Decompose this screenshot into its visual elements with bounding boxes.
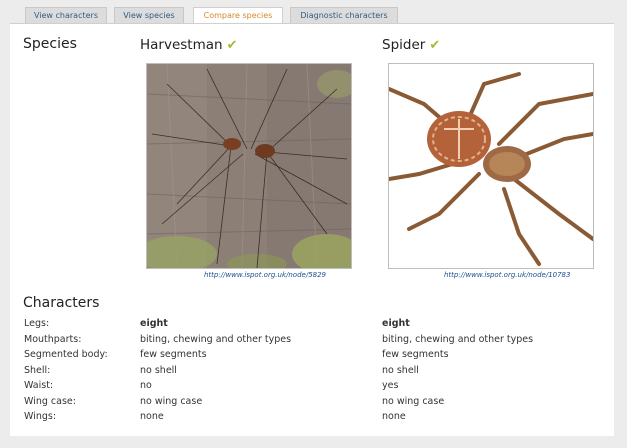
harvestman-value: no [140,380,152,391]
species-name-spider: Spider ✔ [382,37,440,53]
character-label: Shell: [24,365,51,376]
spider-value: no wing case [382,396,445,407]
character-label: Legs: [24,318,50,329]
species-heading: Species [23,36,77,52]
harvestman-value: few segments [140,349,207,360]
character-label: Waist: [24,380,54,391]
spider-photo [388,63,594,269]
tab-compare-species[interactable]: Compare species [193,7,283,24]
character-label: Wing case: [24,396,76,407]
harvestman-photo [146,63,352,269]
spider-image [389,64,593,268]
spider-value: none [382,411,406,422]
character-label: Wings: [24,411,57,422]
species-label: Harvestman [140,37,223,53]
harvestman-value: eight [140,318,168,329]
species-label: Spider [382,37,426,53]
spider-value: yes [382,380,399,391]
spider-value: few segments [382,349,449,360]
check-icon: ✔ [429,38,441,53]
check-icon: ✔ [226,38,238,53]
harvestman-value: no wing case [140,396,203,407]
tab-view-species[interactable]: View species [114,7,184,23]
tab-view-characters[interactable]: View characters [25,7,107,23]
characters-heading: Characters [23,295,100,311]
compare-panel: Species Harvestman ✔ Spider ✔ http://www… [10,23,614,436]
spider-value: no shell [382,365,419,376]
harvestman-value: biting, chewing and other types [140,334,292,345]
character-label: Segmented body: [24,349,108,360]
spider-value: eight [382,318,410,329]
harvestman-image [147,64,351,268]
harvestman-value: no shell [140,365,177,376]
source-link-spider[interactable]: http://www.ispot.org.uk/node/10783 [444,271,570,279]
species-name-harvestman: Harvestman ✔ [140,37,237,53]
spider-value: biting, chewing and other types [382,334,534,345]
tab-diagnostic-characters[interactable]: Diagnostic characters [290,7,398,23]
character-label: Mouthparts: [24,334,82,345]
source-link-harvestman[interactable]: http://www.ispot.org.uk/node/5829 [204,271,326,279]
harvestman-value: none [140,411,164,422]
